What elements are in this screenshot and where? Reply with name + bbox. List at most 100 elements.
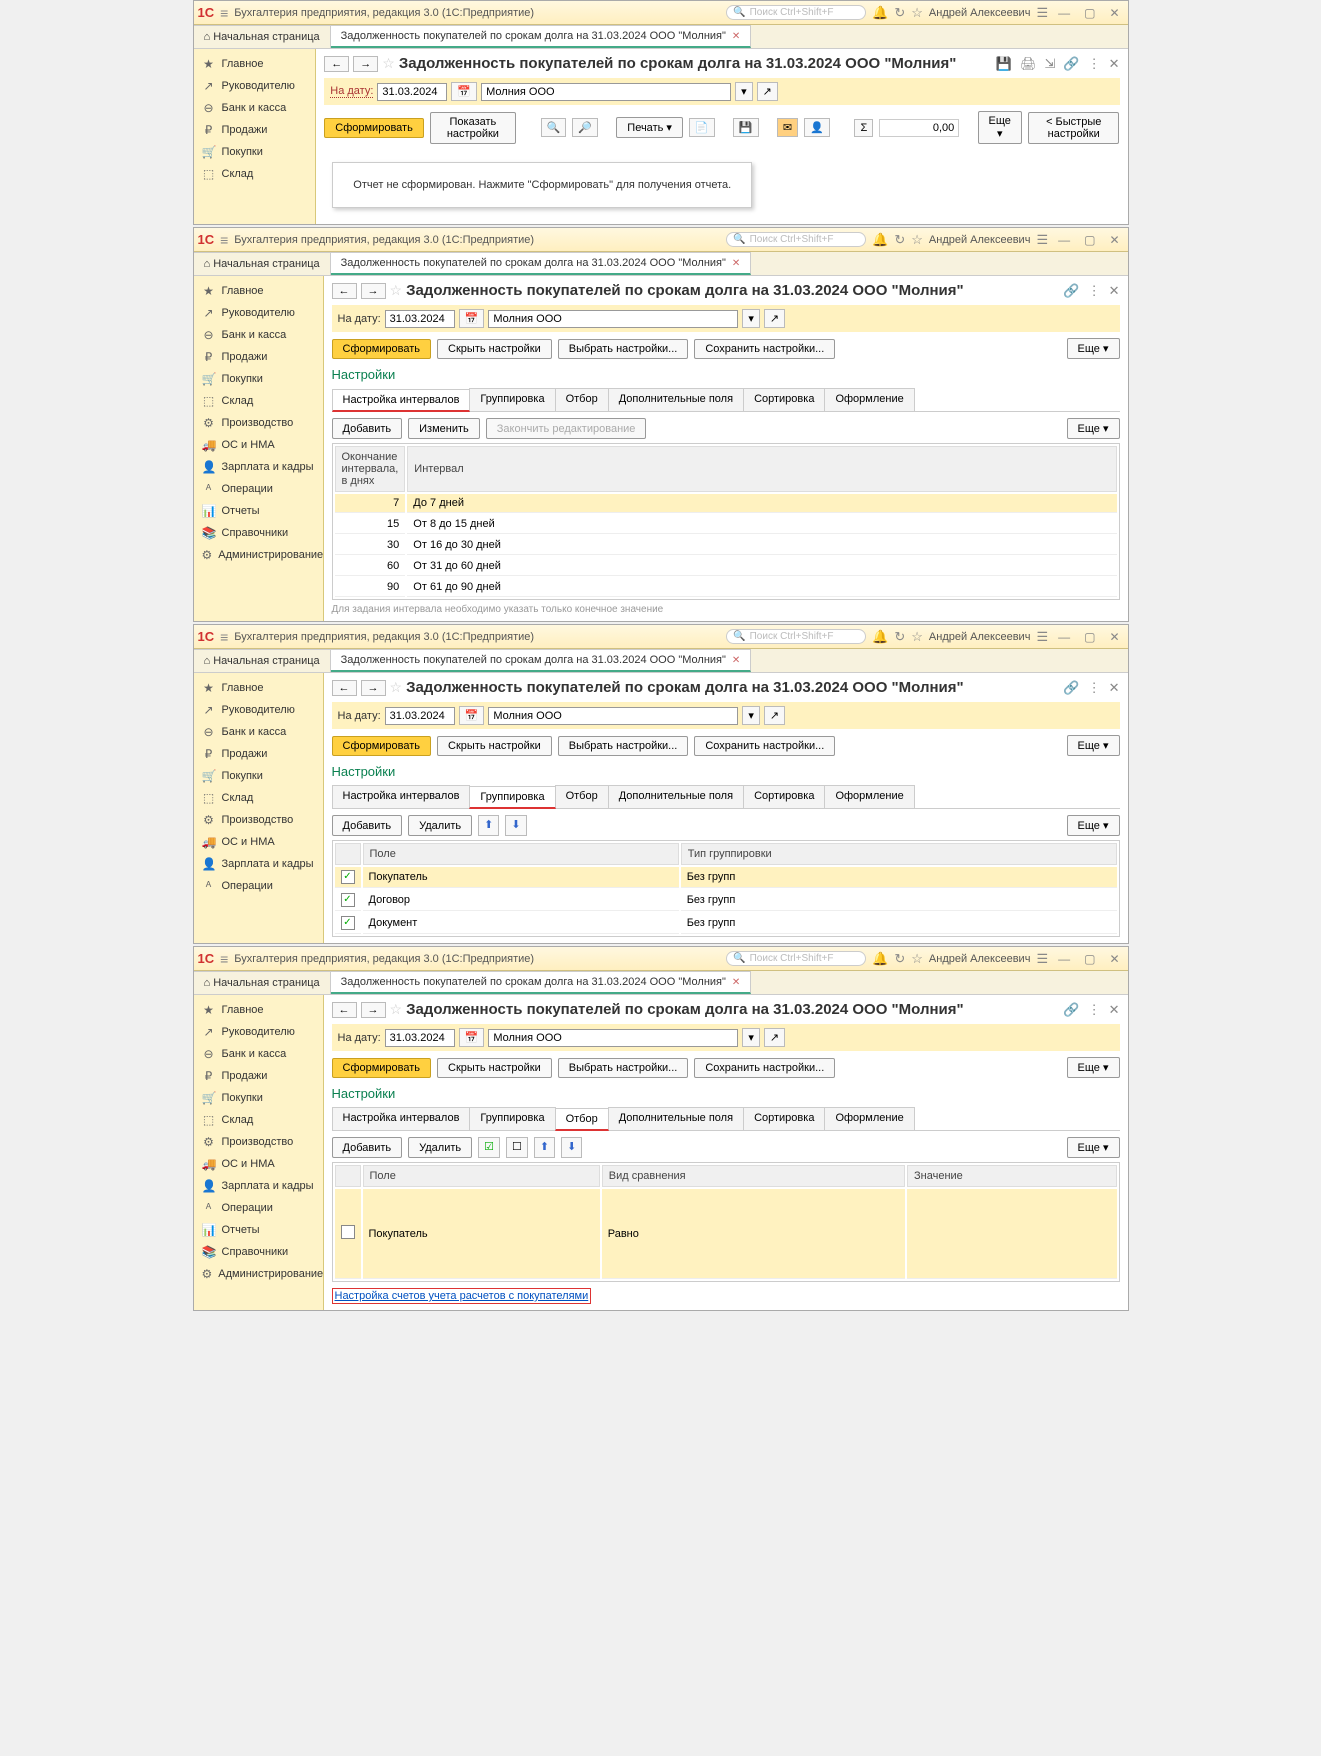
maximize-button[interactable]: ▢ [1080,630,1099,644]
sum-icon[interactable]: Σ [854,119,873,137]
form-button[interactable]: Сформировать [332,1058,432,1078]
table-row[interactable]: ✓ПокупательБез групп [335,867,1117,888]
choose-settings-button[interactable]: Выбрать настройки... [558,1058,689,1078]
sidebar-item[interactable]: ⚙Производство [194,1131,323,1153]
global-search[interactable]: 🔍Поиск Ctrl+Shift+F [726,629,866,644]
subtab[interactable]: Отбор [555,1108,609,1131]
org-dropdown-icon[interactable]: ▾ [735,82,753,101]
add-button[interactable]: Добавить [332,1137,403,1158]
sidebar-item[interactable]: ★Главное [194,677,323,699]
delete-button[interactable]: Удалить [408,1137,472,1158]
subtab[interactable]: Дополнительные поля [608,1107,744,1130]
hide bmi-settings-button[interactable]: Скрыть настройки [437,339,552,359]
sidebar-item[interactable]: ⬚Склад [194,390,323,412]
org-open-icon[interactable]: ↗ [764,706,785,725]
tab-home[interactable]: ⌂ Начальная страница [194,25,331,48]
sidebar-item[interactable]: ↗Руководителю [194,699,323,721]
link-icon[interactable]: 🔗 [1063,283,1079,299]
calendar-icon[interactable]: 📅 [459,706,485,725]
choose-settings-button[interactable]: Выбрать настройки... [558,339,689,359]
uncheck-all-icon[interactable]: ☐ [506,1137,528,1158]
sidebar-item[interactable]: 📚Справочники [194,522,323,544]
more-button[interactable]: Еще ▾ [978,111,1022,144]
subtab[interactable]: Оформление [824,1107,914,1130]
sidebar-item[interactable]: 🚚ОС и НМА [194,831,323,853]
subtab[interactable]: Настройка интервалов [332,389,471,412]
date-label[interactable]: На дату: [330,85,373,98]
sidebar-item[interactable]: ₽Продажи [194,743,323,765]
global-search[interactable]: 🔍Поиск Ctrl+Shift+F [726,951,866,966]
tab-home[interactable]: ⌂ Начальная страница [194,252,331,275]
sidebar-item[interactable]: 🚚ОС и НМА [194,434,323,456]
tab-report[interactable]: Задолженность покупателей по срокам долг… [331,649,752,672]
sidebar-item[interactable]: 📚Справочники [194,1241,323,1263]
subtab[interactable]: Группировка [469,1107,555,1130]
link-icon[interactable]: 🔗 [1063,56,1079,72]
sidebar-item[interactable]: 🛒Покупки [194,765,323,787]
more-button[interactable]: Еще ▾ [1067,1057,1120,1078]
more-button[interactable]: Еще ▾ [1067,338,1120,359]
link-icon[interactable]: 🔗 [1063,680,1079,696]
checkbox[interactable] [341,1225,355,1239]
nav-fwd-button[interactable]: → [361,283,386,299]
more-button[interactable]: Еще ▾ [1067,735,1120,756]
nav-back-button[interactable]: ← [324,56,349,72]
menu-icon[interactable]: ≡ [220,232,228,248]
move-up-icon[interactable]: ⬆ [478,815,499,836]
accounts-settings-link[interactable]: Настройка счетов учета расчетов с покупа… [332,1288,592,1304]
close-page-icon[interactable]: ✕ [1109,1002,1120,1018]
check-all-icon[interactable]: ☑ [478,1137,500,1158]
global-search[interactable]: 🔍Поиск Ctrl+Shift+F [726,5,866,20]
sidebar-item[interactable]: ⚙Администрирование [194,1263,323,1285]
close-page-icon[interactable]: ✕ [1109,283,1120,299]
subtab[interactable]: Оформление [824,785,914,808]
bell-icon[interactable]: 🔔 [872,951,888,967]
org-input[interactable] [488,1029,738,1047]
form-button[interactable]: Сформировать [332,736,432,756]
quick-settings-button[interactable]: < Быстрые настройки [1028,112,1120,144]
subtab[interactable]: Сортировка [743,388,825,411]
panels-icon[interactable]: ☰ [1036,629,1048,645]
subtab[interactable]: Настройка интервалов [332,1107,471,1130]
add-button[interactable]: Добавить [332,815,403,836]
zoom-in-icon[interactable]: 🔍 [541,118,567,137]
save-settings-button[interactable]: Сохранить настройки... [694,339,835,359]
menu-icon[interactable]: ≡ [220,951,228,967]
table-row[interactable]: 60От 31 до 60 дней [335,557,1117,576]
minimize-button[interactable]: — [1054,952,1074,966]
favorite-icon[interactable]: ☆ [382,55,395,72]
more-button[interactable]: Еще ▾ [1067,418,1120,439]
tab-close-icon[interactable]: ✕ [732,977,740,988]
org-dropdown-icon[interactable]: ▾ [742,309,760,328]
sidebar-item[interactable]: ᴬОперации [194,478,323,500]
sidebar-item[interactable]: ⬚Склад [194,163,316,185]
sidebar-item[interactable]: 🛒Покупки [194,1087,323,1109]
subtab[interactable]: Сортировка [743,785,825,808]
tab-report[interactable]: Задолженность покупателей по срокам долг… [331,25,752,48]
edit-button[interactable]: Изменить [408,418,480,439]
checkbox[interactable]: ✓ [341,893,355,907]
close-page-icon[interactable]: ✕ [1109,680,1120,696]
history-icon[interactable]: ↻ [894,951,905,967]
sidebar-item[interactable]: ↗Руководителю [194,75,316,97]
link-icon[interactable]: 🔗 [1063,1002,1079,1018]
table-row[interactable]: ✓ДокументБез групп [335,913,1117,934]
subtab[interactable]: Дополнительные поля [608,388,744,411]
sidebar-item[interactable]: ᴬОперации [194,875,323,897]
sidebar-item[interactable]: ⊖Банк и касса [194,721,323,743]
nav-back-button[interactable]: ← [332,680,357,696]
print-button[interactable]: Печать ▾ [616,117,683,138]
star-icon[interactable]: ☆ [911,232,923,248]
table-row[interactable]: ПокупательРавно [335,1189,1117,1279]
more-menu-icon[interactable]: ⋮ [1088,1002,1101,1018]
menu-icon[interactable]: ≡ [220,629,228,645]
org-input[interactable] [488,707,738,725]
delete-button[interactable]: Удалить [408,815,472,836]
move-down-icon[interactable]: ⬇ [561,1137,582,1158]
nav-back-button[interactable]: ← [332,283,357,299]
star-icon[interactable]: ☆ [911,629,923,645]
sum-field[interactable] [879,119,959,137]
org-input[interactable] [488,310,738,328]
print-preview-icon[interactable]: 📄 [689,118,715,137]
calendar-icon[interactable]: 📅 [451,82,477,101]
